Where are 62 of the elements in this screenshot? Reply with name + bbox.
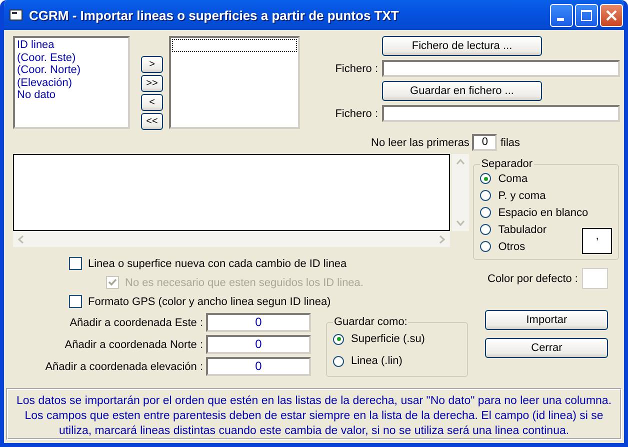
radio-button[interactable] (480, 173, 492, 184)
save-file-field[interactable] (382, 105, 620, 122)
radio-label: Tabulador (498, 224, 547, 236)
offset-label: Añadir a coordenada Este : (70, 316, 203, 328)
radio-button[interactable] (480, 190, 492, 201)
read-file-button[interactable]: Fichero de lectura ... (382, 36, 542, 56)
offset-field[interactable]: 0 (206, 335, 311, 354)
skip-rows-label: No leer las primeras (371, 136, 470, 148)
move-button[interactable]: >> (141, 75, 163, 92)
radio-label: Espacio en blanco (498, 206, 588, 218)
custom-separator-field[interactable]: , (582, 228, 612, 254)
checkbox-label: Linea o superfice nueva con cada cambio de ID linea (88, 258, 347, 270)
offset-field[interactable]: 0 (206, 357, 311, 376)
list-item[interactable]: ID linea (17, 39, 126, 52)
checkbox[interactable] (69, 257, 82, 270)
list-item[interactable]: (Coor. Este) (17, 52, 126, 64)
offset-label: Añadir a coordenada Norte : (64, 338, 203, 350)
maximize-button[interactable] (575, 4, 598, 26)
window-icon (9, 9, 23, 21)
window-title: CGRM - Importar lineas o superficies a partir de puntos TXT (29, 8, 400, 22)
list-item[interactable]: (Coor. Norte) (17, 64, 126, 76)
action-button[interactable]: Cerrar (485, 338, 608, 358)
source-list[interactable]: ID linea (Coor. Este) (Coor. Norte) (Elevación) No dato (13, 36, 130, 129)
group-title: Separador (480, 158, 534, 170)
file-label: Fichero : (335, 62, 378, 74)
checkbox[interactable] (69, 295, 82, 308)
close-button[interactable] (600, 4, 623, 26)
list-item[interactable]: No dato (17, 89, 126, 102)
skip-rows-field[interactable]: 0 (472, 134, 498, 151)
list-item[interactable]: (Elevación) (17, 76, 126, 89)
close-icon (606, 9, 618, 21)
radio-button[interactable] (333, 334, 344, 344)
radio-button[interactable] (480, 207, 492, 218)
move-button[interactable]: < (141, 94, 163, 111)
offset-field[interactable]: 0 (206, 313, 311, 332)
radio-label: Otros (498, 240, 526, 252)
color-swatch[interactable] (582, 268, 608, 289)
radio-label: Coma (498, 172, 528, 184)
radio-button[interactable] (333, 356, 344, 366)
checkbox-label: Formato GPS (color y ancho linea segun ID linea) (88, 296, 331, 308)
minimize-button[interactable] (550, 4, 573, 26)
read-file-field[interactable] (382, 60, 620, 77)
info-text: Los datos se importarán por el orden que estén en las listas de la derecha, usar "No dato" para no leer una columna. Los campos que esten entre parentesis deben de estar siempre en la lista de la derecha. El campo (id linea) si se utiliza, marcará lineas distintas cuando este cambia de valor, si no se utiliza será una linea continua. (6, 388, 622, 440)
radio-button[interactable] (480, 241, 492, 252)
save-file-button[interactable]: Guardar en fichero ... (382, 81, 542, 101)
checkbox-label: No es necesario que esten seguidos los ID linea. (125, 276, 364, 288)
radio-label: P. y coma (498, 190, 546, 202)
move-button[interactable]: > (141, 56, 163, 73)
offset-label: Añadir a coordenada elevación : (45, 360, 203, 372)
default-color-label: Color por defecto : (488, 272, 578, 284)
radio-label: Linea (.lin) (351, 355, 402, 367)
target-list[interactable] (169, 36, 300, 129)
minimize-icon (557, 18, 564, 20)
radio-label: Superficie (.su) (351, 333, 425, 345)
preview-area[interactable] (13, 154, 450, 231)
file-label: Fichero : (335, 108, 378, 120)
move-button[interactable]: << (141, 113, 163, 130)
rows-label: filas (500, 136, 520, 148)
group-title: Guardar como: (333, 316, 408, 328)
action-button[interactable]: Importar (485, 310, 608, 330)
maximize-icon (581, 10, 592, 20)
radio-button[interactable] (480, 224, 492, 235)
